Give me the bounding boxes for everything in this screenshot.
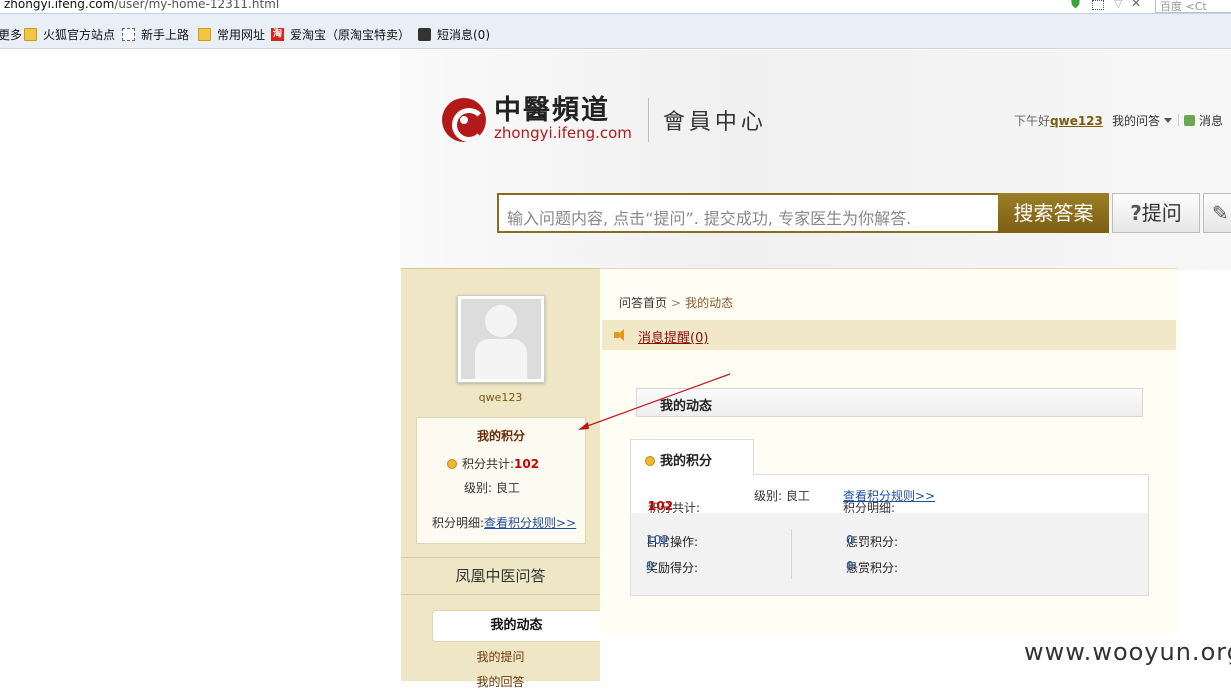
- messages-link[interactable]: 消息: [1184, 112, 1223, 129]
- url-bar[interactable]: zhongyi.ifeng.com/user/my-home-12311.htm…: [0, 0, 1231, 14]
- bookmark-more[interactable]: 更多: [0, 26, 22, 43]
- write-button[interactable]: ✎: [1203, 193, 1231, 233]
- sidebar-item-my-activity[interactable]: 我的动态: [432, 610, 600, 642]
- stats-divider: [791, 529, 792, 579]
- search-answers-button[interactable]: 搜索答案: [998, 193, 1109, 233]
- close-icon[interactable]: ✕: [1131, 0, 1141, 10]
- bookmark-firefox-site[interactable]: 火狐官方站点: [24, 26, 115, 43]
- score-box: 我的积分 积分共计:102 级别: 良工 积分明细:查看积分规则>>: [416, 417, 586, 544]
- sidebar-item-my-questions[interactable]: 我的提问: [401, 648, 600, 665]
- tab-my-score[interactable]: 我的积分: [630, 439, 754, 475]
- question-search-input[interactable]: 输入问题内容, 点击“提问”. 提交成功, 专家医生为你解答.: [497, 193, 999, 233]
- qr-icon[interactable]: [1092, 0, 1104, 10]
- breadcrumb-current: 我的动态: [685, 296, 734, 310]
- message-icon: [1184, 115, 1195, 126]
- coin-icon: [447, 459, 457, 469]
- watermark: www.wooyun.org: [1024, 638, 1231, 666]
- ask-question-button[interactable]: ?提问: [1112, 193, 1200, 233]
- url-text[interactable]: zhongyi.ifeng.com/user/my-home-12311.htm…: [4, 0, 279, 11]
- header-background: [400, 50, 1231, 270]
- sidebar: qwe123 我的积分 积分共计:102 级别: 良工 积分明细:查看积分规则>…: [401, 268, 600, 689]
- bookmark-aitaobao[interactable]: 淘爱淘宝（原淘宝特卖）: [271, 26, 410, 43]
- logo-title: 中醫頻道: [494, 95, 610, 126]
- top-divider: [1178, 114, 1179, 126]
- coin-icon: [645, 456, 655, 466]
- bookmark-common-sites[interactable]: 常用网址: [198, 26, 265, 43]
- score-stats: 日常操作: 102 奖励得分: 0 惩罚积分: 0 悬赏积分: 0: [631, 513, 1148, 595]
- browser-search-input[interactable]: 百度 <Ct: [1155, 0, 1231, 13]
- main-content: 问答首页 > 我的动态 消息提醒(0) 我的动态 我的积分 积分共计: 102 级别:…: [600, 268, 1178, 634]
- bookmark-sms[interactable]: 短消息(0): [418, 26, 490, 43]
- score-title: 我的积分: [476, 429, 525, 443]
- annotation-arrow: [578, 373, 731, 430]
- logo-divider: [647, 97, 649, 142]
- bookmarks-bar: 更多 火狐官方站点 新手上路 常用网址 淘爱淘宝（原淘宝特卖） 短消息(0): [0, 14, 1231, 49]
- member-center-title: 會員中心: [662, 109, 767, 135]
- score-level: 级别: 良工: [464, 481, 520, 495]
- notice-bar: 消息提醒(0): [602, 320, 1176, 350]
- breadcrumb-home[interactable]: 问答首页: [619, 296, 667, 310]
- logo-domain: zhongyi.ifeng.com: [494, 124, 632, 142]
- username-link[interactable]: qwe123: [1050, 114, 1103, 128]
- ifeng-logo-icon: [442, 97, 486, 142]
- sidebar-nav-title: 凤凰中医问答: [401, 557, 600, 595]
- shield-icon: ⛊: [1071, 0, 1081, 11]
- site-logo[interactable]: 中醫頻道 zhongyi.ifeng.com 會員中心: [442, 97, 767, 142]
- pencil-icon: ✎: [1212, 201, 1229, 225]
- score-rules-link[interactable]: 查看积分规则>>: [484, 516, 576, 530]
- score-panel: 积分共计: 102 级别: 良工 积分明细: 查看积分规则>> 日常操作: 102 …: [630, 474, 1149, 596]
- score-total: 积分共计:102: [447, 455, 539, 472]
- my-qa-menu[interactable]: 我的问答: [1112, 112, 1173, 129]
- score-detail: 积分明细:查看积分规则>>: [432, 516, 577, 530]
- message-reminder-link[interactable]: 消息提醒(0): [638, 327, 708, 346]
- bookmark-getting-started[interactable]: 新手上路: [122, 26, 189, 43]
- star-icon[interactable]: ▽: [1114, 0, 1122, 10]
- message-icon: [418, 28, 431, 41]
- score-detail-row: 积分明细: 查看积分规则>>: [843, 489, 936, 515]
- chevron-right-icon: >: [671, 296, 682, 310]
- speaker-icon: [614, 328, 628, 342]
- level-text: 级别: 良工: [754, 489, 810, 503]
- greeting: 下午好qwe123: [1014, 114, 1103, 128]
- avatar[interactable]: [457, 295, 545, 383]
- folder-icon: [198, 28, 211, 41]
- taobao-icon: 淘: [271, 28, 284, 41]
- folder-icon: [24, 28, 37, 41]
- caret-down-icon: [1164, 118, 1173, 123]
- sidebar-item-my-answers[interactable]: 我的回答: [401, 673, 600, 690]
- page-icon: [122, 28, 135, 41]
- question-icon: ?: [1130, 201, 1142, 225]
- breadcrumb: 问答首页 > 我的动态: [619, 294, 733, 311]
